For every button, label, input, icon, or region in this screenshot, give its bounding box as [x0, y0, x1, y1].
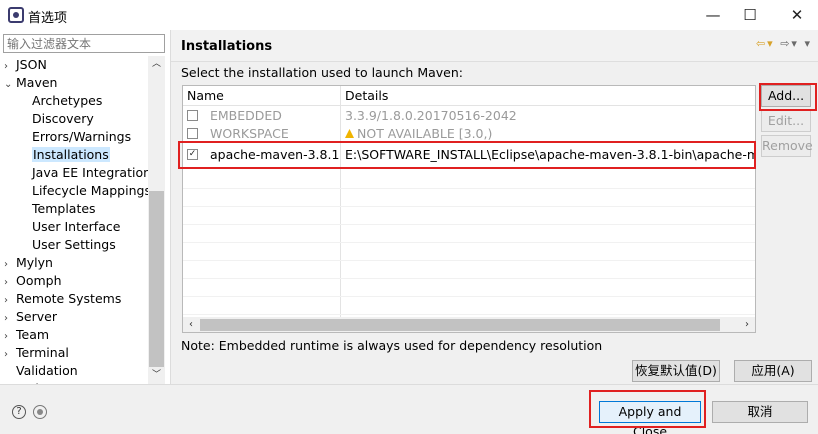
remove-button[interactable]: Remove: [761, 135, 813, 157]
edit-button[interactable]: Edit...: [761, 110, 811, 132]
tree-item[interactable]: ⌄ Maven: [4, 74, 57, 92]
row-gridline: [183, 314, 755, 315]
row-checkbox[interactable]: [187, 128, 198, 139]
installation-name: EMBEDDED: [210, 108, 282, 123]
tree-item-label: Oomph: [16, 273, 62, 288]
record-icon[interactable]: [33, 405, 47, 419]
row-gridline: [183, 242, 755, 243]
row-gridline: [183, 332, 756, 333]
tree-item[interactable]: › Oomph: [4, 272, 62, 290]
tree-item-label: Terminal: [16, 345, 69, 360]
annotation-box-add: [759, 83, 817, 111]
row-gridline: [183, 278, 755, 279]
preference-tree: › JSON ⌄ Maven Archetypes Discovery Errors/War…: [0, 56, 148, 384]
page-title: Installations: [181, 39, 273, 54]
annotation-box-selected-row: [178, 141, 756, 169]
cancel-button[interactable]: 取消: [712, 401, 808, 423]
tree-item-label: Maven: [16, 75, 58, 90]
tree-item-label: Mylyn: [16, 255, 53, 270]
tree-item[interactable]: › Server: [4, 308, 57, 326]
scroll-up-icon[interactable]: ︿: [148, 56, 165, 73]
scroll-right-icon[interactable]: ›: [739, 317, 755, 332]
row-gridline: [183, 296, 755, 297]
tree-item[interactable]: › Team: [4, 326, 49, 344]
row-gridline: [183, 260, 755, 261]
tree-item-label: Server: [16, 309, 57, 324]
maximize-icon[interactable]: ☐: [733, 4, 767, 26]
hscroll-thumb[interactable]: [200, 319, 720, 331]
row-gridline: [183, 188, 755, 189]
tree-item-label: User Settings: [32, 237, 116, 252]
dependency-note: Note: Embedded runtime is always used fo…: [181, 338, 603, 353]
tree-item[interactable]: Java EE Integration: [20, 164, 148, 182]
tree-item-label: Team: [16, 327, 50, 342]
annotation-box-apply-close: [589, 390, 706, 428]
tree-item[interactable]: › Mylyn: [4, 254, 53, 272]
tree-item-label: Templates: [32, 201, 96, 216]
row-gridline: [183, 206, 755, 207]
tree-item-label: Installations: [32, 147, 110, 162]
title-bar: 首选项 — ☐ ✕: [0, 0, 818, 30]
installation-details-text: NOT AVAILABLE [3.0,): [357, 126, 493, 141]
scroll-down-icon[interactable]: ﹀: [148, 367, 165, 384]
tree-item-label: User Interface: [32, 219, 121, 234]
tree-item[interactable]: Lifecycle Mappings: [20, 182, 148, 200]
tree-scrollbar[interactable]: ︿ ﹀: [148, 56, 165, 384]
scroll-left-icon[interactable]: ‹: [183, 317, 199, 332]
tree-item[interactable]: User Interface: [20, 218, 120, 236]
installations-table: Name Details EMBEDDED 3.3.9/1.8.0.2017051…: [182, 85, 756, 333]
forward-arrow-icon[interactable]: ⇨▾: [780, 37, 799, 50]
help-icon[interactable]: ?: [12, 405, 26, 419]
tree-item[interactable]: Discovery: [20, 110, 94, 128]
tree-item-label: Java EE Integration: [32, 165, 148, 180]
tree-item-label: Discovery: [32, 111, 94, 126]
restore-defaults-button[interactable]: 恢复默认值(D): [632, 360, 720, 382]
tree-item[interactable]: Templates: [20, 200, 96, 218]
back-arrow-icon[interactable]: ⇦▾: [756, 37, 775, 50]
panel-header: Installations ⇦▾ ⇨▾ ▾: [171, 30, 818, 62]
installations-page: Select the installation used to launch M…: [171, 62, 818, 384]
row-checkbox[interactable]: [187, 110, 198, 121]
tree-item[interactable]: Installations: [20, 146, 110, 164]
nav-controls: ⇦▾ ⇨▾ ▾: [756, 37, 812, 50]
view-menu-icon[interactable]: ▾: [804, 37, 812, 50]
scroll-thumb[interactable]: [149, 191, 164, 367]
tree-item[interactable]: › Remote Systems: [4, 290, 121, 308]
table-header: Name Details: [183, 86, 755, 106]
page-description: Select the installation used to launch M…: [181, 65, 463, 80]
tree-item-label: Errors/Warnings: [32, 129, 132, 144]
installation-details: 3.3.9/1.8.0.20170516-2042: [345, 107, 517, 125]
installation-details-text: 3.3.9/1.8.0.20170516-2042: [345, 108, 517, 123]
minimize-icon[interactable]: —: [696, 4, 730, 26]
close-icon[interactable]: ✕: [780, 4, 814, 26]
chevron-down-icon[interactable]: ⌄: [4, 76, 16, 94]
eclipse-app-icon: [8, 7, 24, 23]
tree-item-label: JSON: [16, 57, 47, 72]
tree-item-label: Validation: [16, 363, 78, 378]
tree-item[interactable]: Errors/Warnings: [20, 128, 131, 146]
tree-item-label: Archetypes: [32, 93, 103, 108]
tree-item[interactable]: User Settings: [20, 236, 116, 254]
window-title: 首选项: [28, 11, 68, 26]
table-horizontal-scrollbar[interactable]: ‹ ›: [183, 317, 755, 332]
apply-button[interactable]: 应用(A): [734, 360, 812, 382]
filter-input[interactable]: [3, 34, 165, 53]
column-header-name[interactable]: Name: [187, 88, 224, 103]
warning-icon: [345, 129, 354, 138]
row-gridline: [183, 224, 755, 225]
tree-item[interactable]: Archetypes: [20, 92, 102, 110]
column-header-details[interactable]: Details: [345, 88, 388, 103]
tree-item-label: Lifecycle Mappings: [32, 183, 148, 198]
tree-item[interactable]: › Terminal: [4, 344, 69, 362]
tree-item-label: Remote Systems: [16, 291, 122, 306]
tree-item[interactable]: Validation: [4, 362, 78, 380]
table-row[interactable]: EMBEDDED 3.3.9/1.8.0.20170516-2042: [183, 107, 755, 125]
tree-item[interactable]: › JSON: [4, 56, 47, 74]
